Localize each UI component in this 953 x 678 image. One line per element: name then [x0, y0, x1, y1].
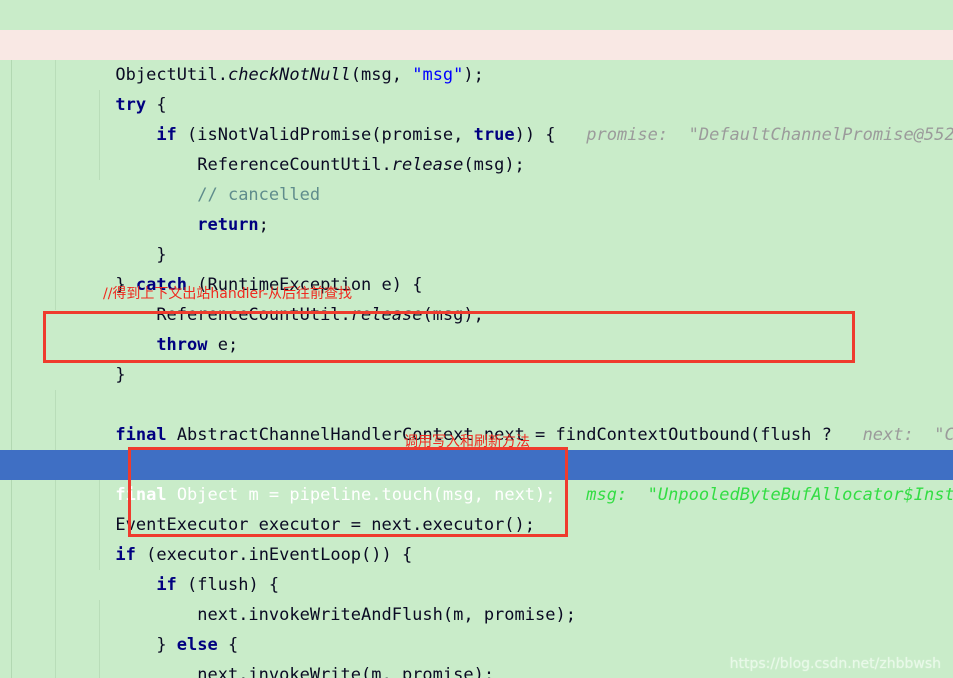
- code-line[interactable]: if (executor.inEventLoop()) {: [0, 510, 953, 565]
- code-line[interactable]: }: [0, 330, 953, 385]
- code-line[interactable]: } else {: [0, 600, 953, 655]
- code-line[interactable]: if (flush) {: [0, 540, 953, 595]
- code-line-selected[interactable]: final Object m = pipeline.touch(msg, nex…: [0, 450, 953, 505]
- code-line[interactable]: final AbstractChannelHandlerContext next…: [0, 390, 953, 445]
- code-line[interactable]: }: [0, 210, 953, 265]
- code-editor[interactable]: private void write(Object msg, boolean f…: [0, 0, 953, 678]
- code-line[interactable]: next.invokeWriteAndFlush(m, promise);: [0, 570, 953, 625]
- csdn-watermark: https://blog.csdn.net/zhbbwsh: [729, 656, 941, 672]
- code-line[interactable]: ReferenceCountUtil.release(msg);: [0, 120, 953, 175]
- code-line[interactable]: if (isNotValidPromise(promise, true)) { …: [0, 90, 953, 145]
- annotation-write-flush: 调用写入和刷新方法: [404, 434, 530, 450]
- code-line[interactable]: throw e;: [0, 300, 953, 355]
- code-line[interactable]: try {: [0, 60, 953, 115]
- code-line[interactable]: } catch (RuntimeException e) {: [0, 240, 953, 295]
- code-line[interactable]: private void write(Object msg, boolean f…: [0, 0, 953, 55]
- code-line[interactable]: return;: [0, 180, 953, 235]
- code-line[interactable]: EventExecutor executor = next.executor()…: [0, 480, 953, 535]
- code-line[interactable]: ObjectUtil.checkNotNull(msg, "msg");: [0, 30, 953, 85]
- code-lines[interactable]: private void write(Object msg, boolean f…: [0, 0, 953, 678]
- code-line[interactable]: [0, 360, 953, 390]
- code-line[interactable]: // cancelled: [0, 150, 953, 205]
- annotation-context-outbound: //得到上下文出站handler-从后往前查找: [103, 286, 353, 302]
